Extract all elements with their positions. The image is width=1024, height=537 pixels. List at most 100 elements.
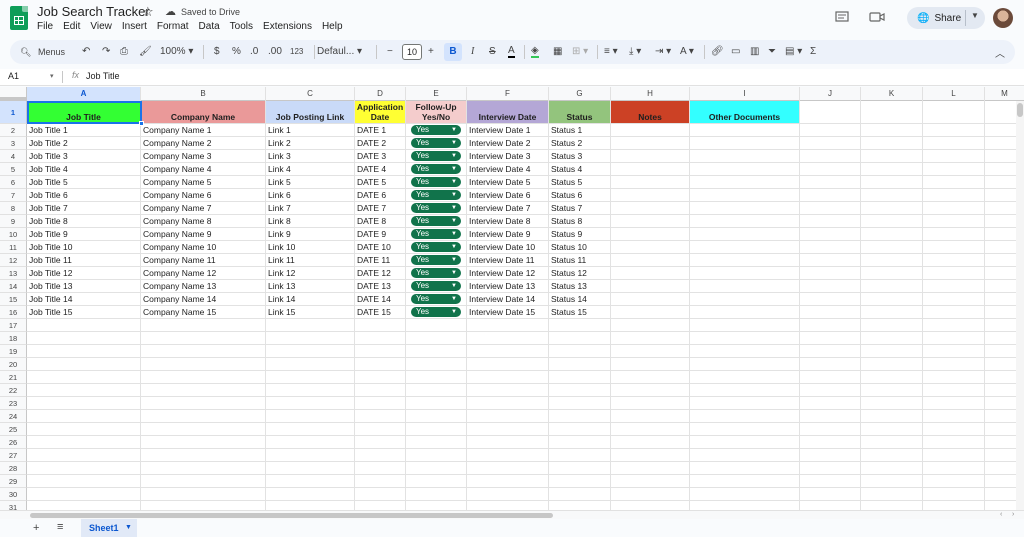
empty-cell[interactable] — [355, 488, 406, 501]
cell-date[interactable]: DATE 4 — [355, 163, 406, 176]
collapse-toolbar-icon[interactable]: ︿ — [995, 45, 1005, 60]
follow-up-dropdown-chip[interactable]: Yes ▼ — [411, 151, 461, 161]
empty-cell[interactable] — [611, 241, 690, 254]
font-size-input[interactable]: 10 — [402, 44, 422, 60]
empty-cell[interactable] — [355, 345, 406, 358]
empty-cell[interactable] — [861, 397, 923, 410]
dropdown-arrow-icon[interactable]: ▼ — [451, 177, 457, 187]
empty-cell[interactable] — [800, 358, 861, 371]
redo-icon[interactable]: ↷ — [102, 45, 110, 59]
empty-cell[interactable] — [467, 397, 549, 410]
empty-cell[interactable] — [861, 488, 923, 501]
cell-company[interactable]: Company Name 6 — [141, 189, 266, 202]
filter-views-icon[interactable]: ▤ ▾ — [785, 45, 802, 59]
empty-cell[interactable] — [611, 163, 690, 176]
text-rotation-icon[interactable]: A ▾ — [680, 45, 694, 59]
cell-link[interactable]: Link 3 — [266, 150, 355, 163]
empty-cell[interactable] — [266, 501, 355, 510]
column-header-h[interactable]: H — [611, 87, 690, 101]
follow-up-dropdown-chip[interactable]: Yes ▼ — [411, 190, 461, 200]
cell-follow[interactable]: Yes ▼ — [406, 124, 467, 137]
scroll-left-icon[interactable]: ‹ — [1000, 511, 1002, 518]
cell-status[interactable]: Status 7 — [549, 202, 611, 215]
empty-cell[interactable] — [690, 267, 800, 280]
follow-up-dropdown-chip[interactable]: Yes ▼ — [411, 294, 461, 304]
print-icon[interactable]: ⎙ — [120, 45, 128, 59]
cell-job[interactable]: Job Title 6 — [27, 189, 141, 202]
cell-link[interactable]: Link 7 — [266, 202, 355, 215]
follow-up-dropdown-chip[interactable]: Yes ▼ — [411, 242, 461, 252]
empty-cell[interactable] — [355, 462, 406, 475]
menu-tools[interactable]: Tools — [230, 21, 253, 32]
column-header-a[interactable]: A — [27, 87, 141, 101]
empty-cell[interactable] — [690, 345, 800, 358]
empty-cell[interactable] — [923, 345, 985, 358]
cell-date[interactable]: DATE 5 — [355, 176, 406, 189]
empty-cell[interactable] — [861, 501, 923, 510]
empty-cell[interactable] — [355, 319, 406, 332]
empty-cell[interactable] — [923, 267, 985, 280]
cell-date[interactable]: DATE 8 — [355, 215, 406, 228]
empty-cell[interactable] — [467, 449, 549, 462]
menu-data[interactable]: Data — [199, 21, 220, 32]
empty-cell[interactable] — [923, 488, 985, 501]
empty-cell[interactable] — [800, 410, 861, 423]
comment-history-icon[interactable] — [835, 11, 849, 26]
empty-cell[interactable] — [266, 358, 355, 371]
cell-follow[interactable]: Yes ▼ — [406, 176, 467, 189]
empty-cell[interactable] — [800, 101, 861, 124]
cell-company[interactable]: Company Name 10 — [141, 241, 266, 254]
empty-cell[interactable] — [611, 371, 690, 384]
empty-cell[interactable] — [861, 215, 923, 228]
empty-cell[interactable] — [141, 449, 266, 462]
cell-status[interactable]: Status 13 — [549, 280, 611, 293]
chevron-down-icon[interactable]: ▼ — [971, 11, 979, 20]
follow-up-dropdown-chip[interactable]: Yes ▼ — [411, 125, 461, 135]
empty-cell[interactable] — [467, 436, 549, 449]
empty-cell[interactable] — [27, 423, 141, 436]
formula-input[interactable]: Job Title — [86, 71, 120, 81]
column-header-e[interactable]: E — [406, 87, 467, 101]
row-header[interactable]: 5 — [0, 163, 27, 176]
follow-up-dropdown-chip[interactable]: Yes ▼ — [411, 216, 461, 226]
cell-follow[interactable]: Yes ▼ — [406, 293, 467, 306]
horizontal-align-icon[interactable]: ≡ ▾ — [604, 45, 618, 59]
all-sheets-icon[interactable]: ≡ — [57, 521, 63, 533]
empty-cell[interactable] — [861, 280, 923, 293]
empty-cell[interactable] — [141, 475, 266, 488]
empty-cell[interactable] — [467, 358, 549, 371]
share-button[interactable]: 🌐 Share ▼ — [907, 7, 985, 29]
cell-company[interactable]: Company Name 5 — [141, 176, 266, 189]
empty-cell[interactable] — [861, 101, 923, 124]
cell-link[interactable]: Link 15 — [266, 306, 355, 319]
empty-cell[interactable] — [355, 358, 406, 371]
empty-cell[interactable] — [690, 358, 800, 371]
row-header[interactable]: 4 — [0, 150, 27, 163]
dropdown-arrow-icon[interactable]: ▼ — [451, 268, 457, 278]
empty-cell[interactable] — [467, 410, 549, 423]
menu-extensions[interactable]: Extensions — [263, 21, 312, 32]
empty-cell[interactable] — [266, 488, 355, 501]
empty-cell[interactable] — [355, 436, 406, 449]
cell-job[interactable]: Job Title 1 — [27, 124, 141, 137]
cell-link[interactable]: Link 9 — [266, 228, 355, 241]
menu-format[interactable]: Format — [157, 21, 189, 32]
column-header-g[interactable]: G — [549, 87, 611, 101]
empty-cell[interactable] — [923, 254, 985, 267]
empty-cell[interactable] — [355, 371, 406, 384]
empty-cell[interactable] — [861, 163, 923, 176]
empty-cell[interactable] — [690, 332, 800, 345]
cell-job[interactable]: Job Title 2 — [27, 137, 141, 150]
empty-cell[interactable] — [611, 358, 690, 371]
empty-cell[interactable] — [27, 358, 141, 371]
empty-cell[interactable] — [611, 280, 690, 293]
empty-cell[interactable] — [690, 410, 800, 423]
horizontal-scrollbar[interactable]: ‹ › — [0, 510, 1024, 519]
text-color-button[interactable]: A — [508, 45, 515, 58]
strikethrough-button[interactable]: S — [489, 45, 496, 59]
cell-date[interactable]: DATE 9 — [355, 228, 406, 241]
row-header[interactable]: 14 — [0, 280, 27, 293]
empty-cell[interactable] — [800, 475, 861, 488]
chevron-down-icon[interactable]: ▾ — [50, 72, 54, 80]
empty-cell[interactable] — [141, 436, 266, 449]
